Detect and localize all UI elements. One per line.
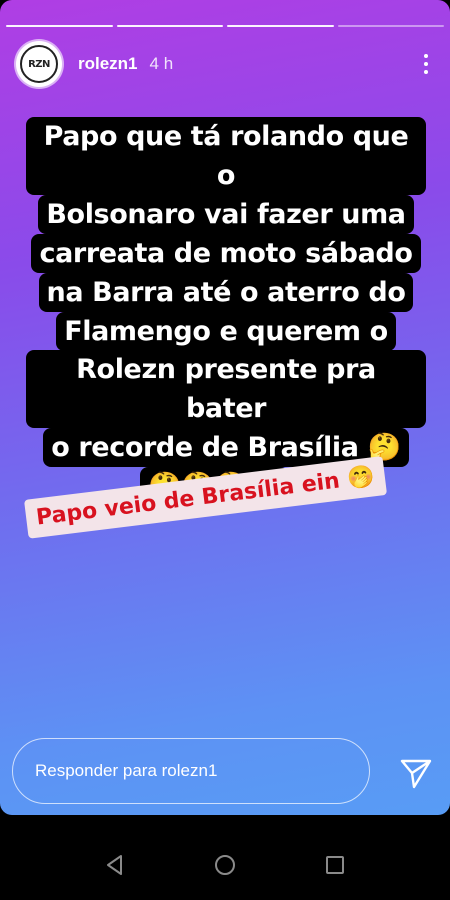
back-triangle-icon[interactable]: [100, 850, 130, 880]
post-time: 4 h: [149, 54, 174, 73]
progress-segment: [337, 25, 444, 27]
username[interactable]: rolezn1: [78, 54, 138, 74]
avatar[interactable]: RZN: [16, 41, 62, 87]
caption-line: carreata de moto sábado: [31, 234, 421, 273]
reply-placeholder: Responder para rolezn1: [35, 761, 218, 780]
story-progress-bar: [6, 25, 444, 27]
system-nav-bar: [0, 830, 450, 900]
reply-input[interactable]: Responder para rolezn1: [12, 738, 370, 804]
story-caption: Papo que tá rolando que o Bolsonaro vai …: [26, 117, 426, 506]
caption-line: Papo que tá rolando que o: [26, 117, 426, 195]
home-circle-icon[interactable]: [210, 850, 240, 880]
avatar-logo: RZN: [20, 45, 58, 83]
caption-line: Rolezn presente pra bater: [26, 350, 426, 428]
recents-square-icon[interactable]: [320, 850, 350, 880]
story-view[interactable]: RZN rolezn1 4 h Papo que tá rolando que …: [0, 0, 450, 815]
progress-segment: [6, 25, 113, 27]
story-header: RZN rolezn1 4 h: [16, 40, 434, 88]
caption-line: Flamengo e querem o: [56, 312, 396, 351]
caption-line: na Barra até o aterro do: [38, 273, 414, 312]
caption-line: Bolsonaro vai fazer uma: [38, 195, 414, 234]
progress-segment: [227, 25, 334, 27]
more-vertical-icon[interactable]: [418, 49, 434, 79]
progress-segment: [116, 25, 223, 27]
paper-plane-icon[interactable]: [398, 755, 434, 791]
